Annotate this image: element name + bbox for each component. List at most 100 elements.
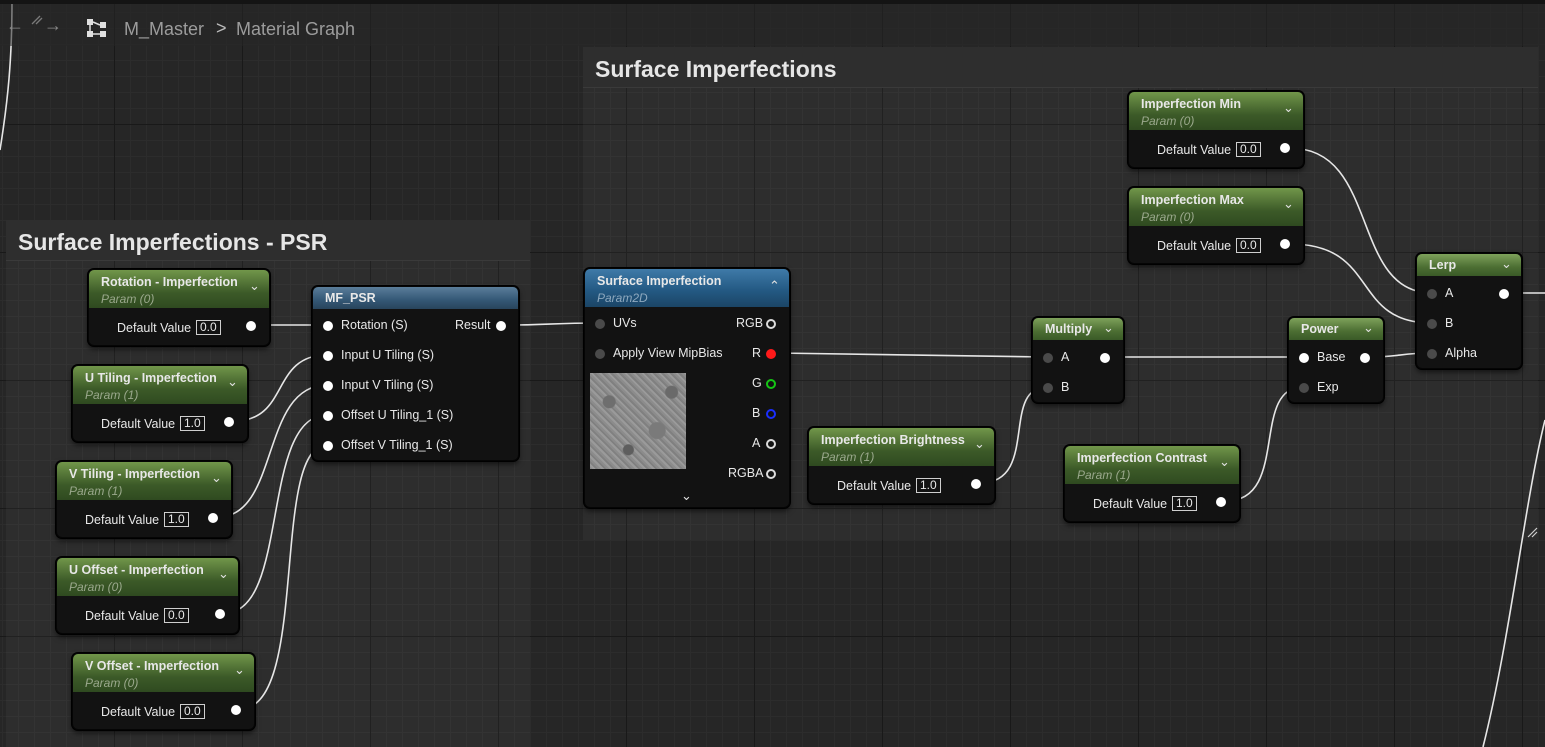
chevron-up-icon[interactable]: ⌃ [769, 279, 783, 293]
param-node-u-tiling[interactable]: U Tiling - Imperfection Param (1) ⌄ Defa… [72, 365, 248, 442]
output-pin[interactable] [215, 609, 225, 619]
default-value-input[interactable]: 1.0 [180, 416, 205, 431]
default-value-input[interactable]: 0.0 [164, 608, 189, 623]
node-header[interactable]: MF_PSR [313, 287, 518, 309]
output-pin[interactable] [1280, 143, 1290, 153]
graph-icon [87, 19, 106, 37]
input-pin[interactable] [323, 381, 333, 391]
node-header[interactable]: Power ⌄ [1289, 318, 1383, 340]
output-pin[interactable] [208, 513, 218, 523]
param-node-imperfection-min[interactable]: Imperfection Min Param (0) ⌄ Default Val… [1128, 91, 1304, 168]
chevron-down-icon[interactable]: ⌄ [681, 489, 695, 503]
chevron-down-icon[interactable]: ⌄ [974, 437, 988, 451]
input-pin[interactable] [323, 321, 333, 331]
default-value-input[interactable]: 1.0 [1172, 496, 1197, 511]
default-value-input[interactable]: 0.0 [196, 320, 221, 335]
breadcrumb-page[interactable]: Material Graph [236, 19, 355, 40]
input-pin[interactable] [1427, 289, 1437, 299]
chevron-down-icon[interactable]: ⌄ [211, 471, 225, 485]
node-header[interactable]: Multiply ⌄ [1033, 318, 1123, 340]
default-value-input[interactable]: 0.0 [1236, 238, 1261, 253]
node-header[interactable]: U Tiling - Imperfection Param (1) ⌄ [73, 366, 247, 404]
input-pin[interactable] [323, 351, 333, 361]
chevron-down-icon[interactable]: ⌄ [234, 663, 248, 677]
input-pin[interactable] [1299, 383, 1309, 393]
math-node-multiply[interactable]: Multiply ⌄ A B [1032, 317, 1124, 403]
node-title: V Offset - Imperfection [85, 659, 220, 673]
chevron-down-icon[interactable]: ⌄ [249, 279, 263, 293]
input-label: Exp [1317, 380, 1339, 394]
node-header[interactable]: Imperfection Max Param (0) ⌄ [1129, 188, 1303, 226]
output-pin[interactable] [766, 439, 776, 449]
output-label: B [752, 406, 761, 420]
output-pin[interactable] [1100, 353, 1110, 363]
node-title: MF_PSR [325, 291, 376, 305]
input-pin[interactable] [1043, 383, 1053, 393]
output-pin[interactable] [231, 705, 241, 715]
input-pin[interactable] [595, 319, 605, 329]
chevron-down-icon[interactable]: ⌄ [1103, 321, 1117, 335]
chevron-down-icon[interactable]: ⌄ [1283, 197, 1297, 211]
output-pin[interactable] [1499, 289, 1509, 299]
node-header[interactable]: Rotation - Imperfection Param (0) ⌄ [89, 270, 269, 308]
input-label: Offset U Tiling_1 (S) [341, 408, 454, 422]
output-pin[interactable] [496, 321, 506, 331]
output-pin[interactable] [1280, 239, 1290, 249]
node-header[interactable]: Lerp ⌄ [1417, 254, 1521, 276]
input-pin[interactable] [1427, 319, 1437, 329]
node-title: Imperfection Min [1141, 97, 1242, 111]
input-pin[interactable] [1299, 353, 1309, 363]
chevron-down-icon[interactable]: ⌄ [1363, 321, 1377, 335]
math-node-power[interactable]: Power ⌄ Base Exp [1288, 317, 1384, 403]
node-header[interactable]: Imperfection Brightness Param (1) ⌄ [809, 428, 994, 466]
output-pin[interactable] [224, 417, 234, 427]
node-title: Multiply [1045, 322, 1093, 336]
output-label: G [752, 376, 762, 390]
input-pin[interactable] [323, 441, 333, 451]
function-node-mf-psr[interactable]: MF_PSR Rotation (S) Result Input U Tilin… [312, 286, 519, 461]
output-pin[interactable] [1360, 353, 1370, 363]
chevron-down-icon[interactable]: ⌄ [1501, 257, 1515, 271]
param-node-u-offset[interactable]: U Offset - Imperfection Param (0) ⌄ Defa… [56, 557, 239, 634]
output-pin[interactable] [246, 321, 256, 331]
input-pin[interactable] [595, 349, 605, 359]
param-node-imperfection-brightness[interactable]: Imperfection Brightness Param (1) ⌄ Defa… [808, 427, 995, 504]
chevron-down-icon[interactable]: ⌄ [227, 375, 241, 389]
output-pin[interactable] [766, 469, 776, 479]
node-header[interactable]: Imperfection Min Param (0) ⌄ [1129, 92, 1303, 130]
default-value-input[interactable]: 0.0 [180, 704, 205, 719]
output-pin[interactable] [766, 319, 776, 329]
node-header[interactable]: V Tiling - Imperfection Param (1) ⌄ [57, 462, 231, 500]
param-node-imperfection-max[interactable]: Imperfection Max Param (0) ⌄ Default Val… [1128, 187, 1304, 264]
node-header[interactable]: Imperfection Contrast Param (1) ⌄ [1065, 446, 1239, 484]
output-pin[interactable] [971, 479, 981, 489]
back-arrow-icon[interactable]: ← [6, 16, 24, 34]
texture-node-surface-imperfection[interactable]: Surface Imperfection Param2D ⌃ UVs Apply… [584, 268, 790, 508]
default-value-input[interactable]: 1.0 [916, 478, 941, 493]
input-pin[interactable] [1043, 353, 1053, 363]
input-pin[interactable] [1427, 349, 1437, 359]
chevron-down-icon[interactable]: ⌄ [218, 567, 232, 581]
node-header[interactable]: U Offset - Imperfection Param (0) ⌄ [57, 558, 238, 596]
output-pin[interactable] [766, 349, 776, 359]
chevron-down-icon[interactable]: ⌄ [1219, 455, 1233, 469]
chevron-down-icon[interactable]: ⌄ [1283, 101, 1297, 115]
param-node-rotation[interactable]: Rotation - Imperfection Param (0) ⌄ Defa… [88, 269, 270, 346]
default-value-input[interactable]: 1.0 [164, 512, 189, 527]
field-label: Default Value [117, 321, 192, 335]
param-node-v-tiling[interactable]: V Tiling - Imperfection Param (1) ⌄ Defa… [56, 461, 232, 538]
node-header[interactable]: V Offset - Imperfection Param (0) ⌄ [73, 654, 254, 692]
param-node-imperfection-contrast[interactable]: Imperfection Contrast Param (1) ⌄ Defaul… [1064, 445, 1240, 522]
param-node-v-offset[interactable]: V Offset - Imperfection Param (0) ⌄ Defa… [72, 653, 255, 730]
output-pin[interactable] [766, 409, 776, 419]
default-value-input[interactable]: 0.0 [1236, 142, 1261, 157]
input-pin[interactable] [323, 411, 333, 421]
output-pin[interactable] [1216, 497, 1226, 507]
node-header[interactable]: Surface Imperfection Param2D ⌃ [585, 269, 789, 307]
node-subtitle: Param2D [597, 291, 648, 305]
field-label: Default Value [1157, 239, 1232, 253]
breadcrumb-root[interactable]: M_Master [124, 19, 204, 40]
output-pin[interactable] [766, 379, 776, 389]
math-node-lerp[interactable]: Lerp ⌄ A B Alpha [1416, 253, 1522, 369]
forward-arrow-icon[interactable]: → [44, 16, 62, 34]
